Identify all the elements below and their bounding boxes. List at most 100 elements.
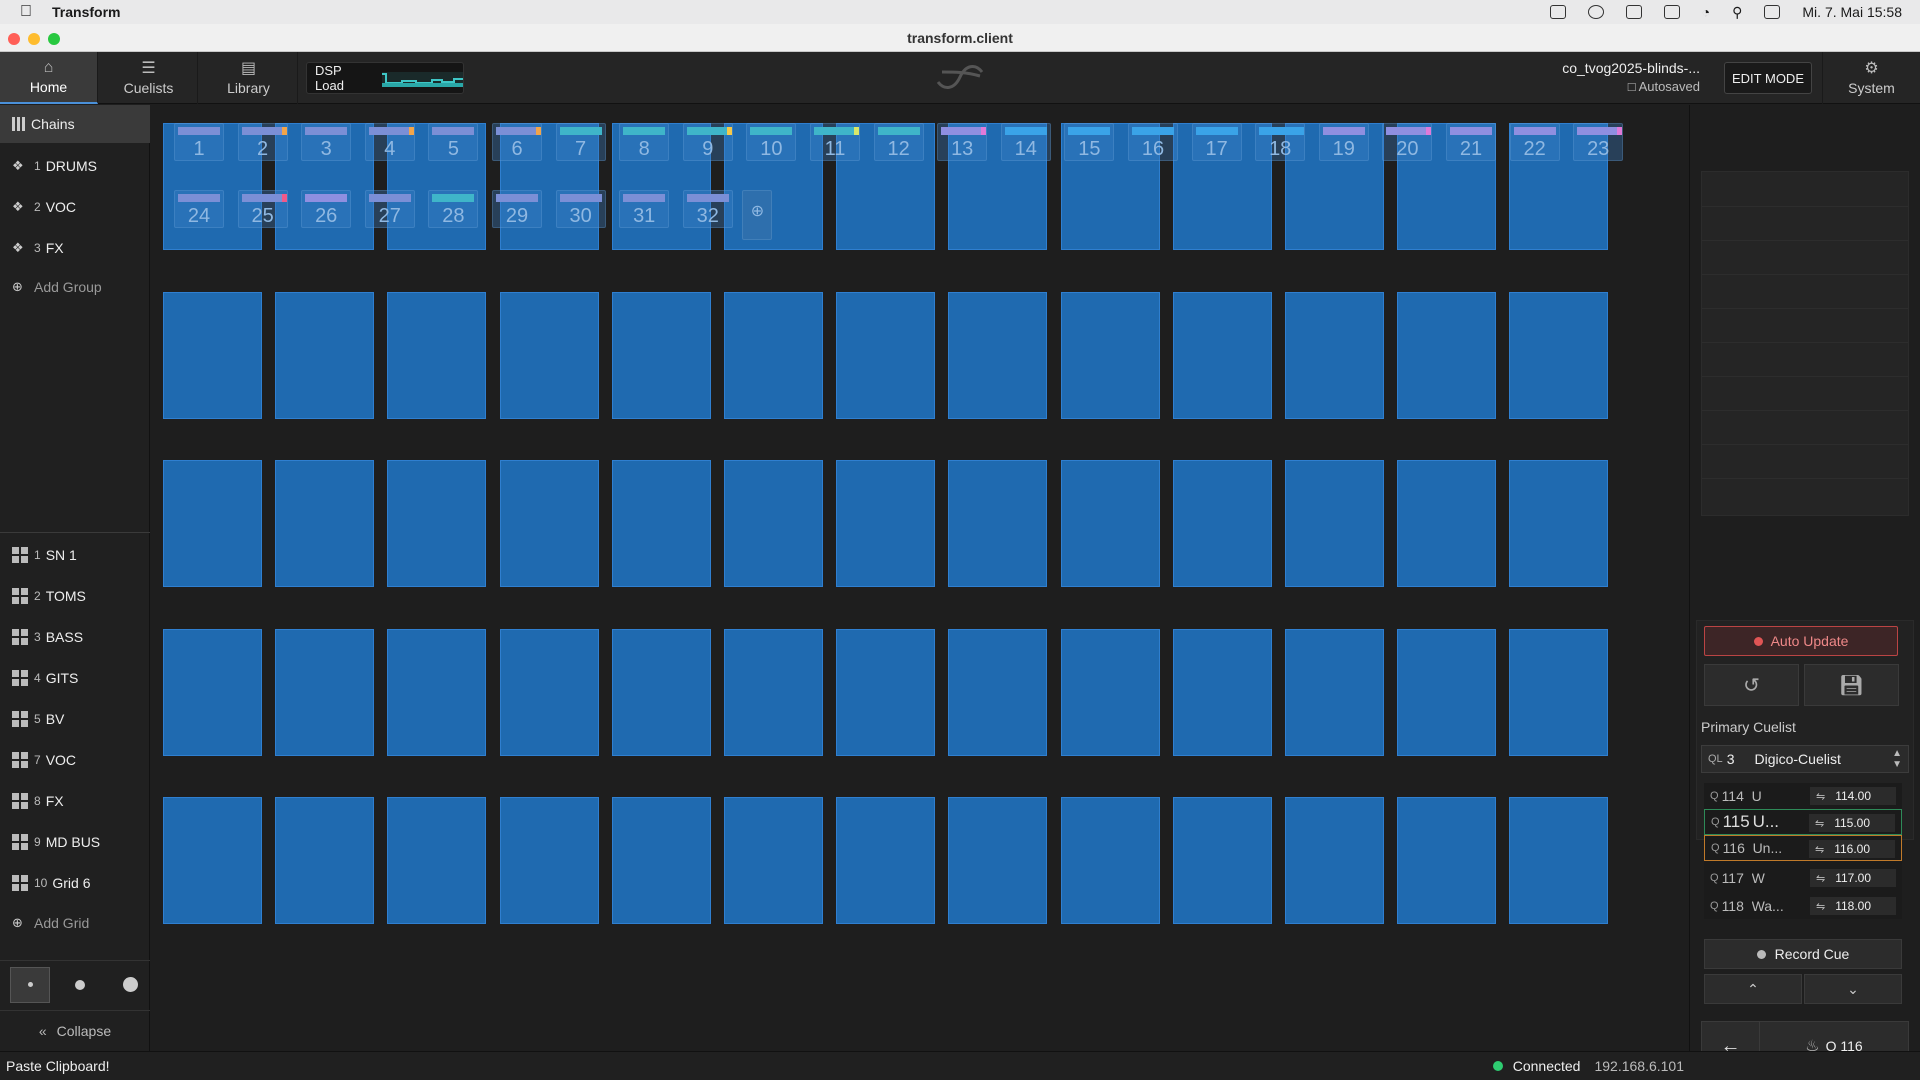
channel-chip-19[interactable]: 19: [1318, 123, 1369, 161]
app-menu-name[interactable]: Transform: [52, 4, 120, 20]
chain-tile[interactable]: [948, 291, 1048, 419]
sidebar-grid-grid6[interactable]: 10 Grid 6: [0, 864, 150, 902]
record-cue-button[interactable]: Record Cue: [1704, 939, 1902, 969]
channel-chip-28[interactable]: 28: [428, 190, 479, 228]
channel-chip-29[interactable]: 29: [492, 190, 542, 228]
zoom-window-button[interactable]: [48, 33, 60, 45]
edit-mode-button[interactable]: EDIT MODE: [1724, 62, 1812, 94]
chain-tile[interactable]: [1509, 797, 1609, 924]
chain-tile[interactable]: [836, 628, 936, 756]
channel-chip-20[interactable]: 20: [1382, 123, 1433, 161]
chain-tile[interactable]: [387, 628, 487, 756]
nav-system-button[interactable]: ⚙ System: [1822, 52, 1920, 104]
chain-tile[interactable]: [163, 797, 262, 924]
size-medium-button[interactable]: [60, 967, 100, 1003]
minimize-window-button[interactable]: [28, 33, 40, 45]
channel-chip-3[interactable]: 3: [301, 123, 352, 161]
cue-row[interactable]: Q 117 W ⇋ 117.00: [1704, 865, 1902, 891]
chain-tile[interactable]: [1509, 291, 1609, 419]
channel-chip-13[interactable]: 13: [937, 123, 988, 161]
cue-row[interactable]: Q 114 U ⇋ 114.00: [1704, 783, 1902, 809]
wifi-icon[interactable]: ◔: [1702, 4, 1710, 20]
chain-tile[interactable]: [1060, 628, 1160, 756]
auto-update-button[interactable]: Auto Update: [1704, 626, 1898, 656]
chain-tile[interactable]: [611, 291, 711, 419]
accessibility-icon[interactable]: [1587, 5, 1604, 19]
size-small-button[interactable]: [10, 966, 50, 1003]
channel-chip-6[interactable]: 6: [492, 123, 542, 161]
sidebar-grid-voc[interactable]: 7 VOC: [0, 741, 150, 779]
cue-value-field[interactable]: ⇋ 115.00: [1809, 814, 1895, 832]
chain-tile[interactable]: [1285, 291, 1384, 419]
cue-value-field[interactable]: ⇋ 116.00: [1809, 840, 1895, 858]
chain-tile[interactable]: [948, 460, 1048, 587]
add-group-button[interactable]: ⊕ Add Group: [0, 268, 150, 306]
chain-tile[interactable]: [1397, 460, 1497, 587]
sidebar-grid-fx[interactable]: 8 FX: [0, 782, 150, 820]
display-icon[interactable]: [1663, 5, 1680, 19]
spotlight-search-icon[interactable]: ⚲: [1732, 4, 1742, 21]
chain-tile[interactable]: [163, 628, 262, 756]
channel-chip-9[interactable]: 9: [682, 123, 733, 161]
channel-chip-22[interactable]: 22: [1509, 123, 1560, 161]
chain-tile[interactable]: [948, 628, 1048, 756]
chain-tile[interactable]: [724, 797, 823, 924]
chain-tile[interactable]: [724, 628, 823, 756]
chain-tile[interactable]: [387, 797, 487, 924]
channel-chip-18[interactable]: 18: [1255, 123, 1306, 161]
nav-cuelists-button[interactable]: ☰ Cuelists: [100, 52, 198, 104]
chain-tile[interactable]: [499, 291, 599, 419]
sidebar-grid-md-bus[interactable]: 9 MD BUS: [0, 823, 150, 861]
channel-chip-10[interactable]: 10: [746, 123, 797, 161]
sidebar-group-voc[interactable]: ❖ 2 VOC: [0, 188, 150, 226]
chain-tile[interactable]: [499, 797, 599, 924]
channel-chip-5[interactable]: 5: [428, 123, 479, 161]
channel-chip-26[interactable]: 26: [301, 190, 352, 228]
sidebar-group-fx[interactable]: ❖ 3 FX: [0, 229, 150, 267]
sidebar-grid-sn1[interactable]: 1 SN 1: [0, 536, 150, 574]
channel-chip-16[interactable]: 16: [1128, 123, 1178, 161]
channel-chip-30[interactable]: 30: [555, 190, 606, 228]
chain-tile[interactable]: [611, 460, 711, 587]
add-grid-button[interactable]: ⊕ Add Grid: [0, 904, 150, 942]
chain-tile[interactable]: [275, 628, 375, 756]
chain-tile[interactable]: [1509, 628, 1609, 756]
cue-down-button[interactable]: ⌄: [1804, 974, 1902, 1004]
save-button[interactable]: 💾︎: [1804, 664, 1899, 706]
cue-row-current[interactable]: Q 115 U... ⇋ 115.00: [1704, 809, 1902, 835]
sidebar-grid-gits[interactable]: 4 GITS: [0, 659, 150, 697]
channel-chip-31[interactable]: 31: [619, 190, 670, 228]
size-large-button[interactable]: [110, 967, 150, 1003]
chain-tile[interactable]: [163, 460, 262, 587]
chain-tile[interactable]: [499, 460, 599, 587]
chain-tile[interactable]: [1172, 797, 1272, 924]
channel-chip-1[interactable]: 1: [174, 123, 224, 161]
cue-value-field[interactable]: ⇋ 114.00: [1810, 787, 1896, 805]
chain-tile[interactable]: [1397, 797, 1497, 924]
nav-home-button[interactable]: ⌂ Home: [0, 52, 98, 104]
chain-tile[interactable]: [1060, 291, 1160, 419]
primary-cuelist-select[interactable]: QL 3 Digico-Cuelist ▲ ▼: [1701, 745, 1909, 773]
channel-chip-14[interactable]: 14: [1000, 123, 1051, 161]
chain-tile[interactable]: [611, 797, 711, 924]
channel-chip-24[interactable]: 24: [174, 190, 224, 228]
chain-tile[interactable]: [1397, 291, 1497, 419]
chain-tile[interactable]: [163, 291, 262, 419]
chain-tile[interactable]: [275, 797, 375, 924]
collapse-sidebar-button[interactable]: « Collapse: [0, 1010, 150, 1050]
channel-chip-4[interactable]: 4: [364, 123, 415, 161]
chain-tile[interactable]: [724, 291, 823, 419]
channel-chip-12[interactable]: 12: [873, 123, 924, 161]
cue-up-button[interactable]: ⌃: [1704, 974, 1802, 1004]
cue-value-field[interactable]: ⇋ 118.00: [1810, 897, 1896, 915]
channel-chip-17[interactable]: 17: [1191, 123, 1242, 161]
chain-tile[interactable]: [1060, 797, 1160, 924]
control-center-icon[interactable]: [1764, 5, 1781, 19]
nav-library-button[interactable]: ▤ Library: [200, 52, 298, 104]
sidebar-grid-bass[interactable]: 3 BASS: [0, 618, 150, 656]
sidebar-group-drums[interactable]: ❖ 1 DRUMS: [0, 147, 150, 185]
chain-tile[interactable]: [1285, 797, 1384, 924]
channel-chip-2[interactable]: 2: [237, 123, 288, 161]
chain-tile[interactable]: [499, 628, 599, 756]
sidebar-chains-header[interactable]: Chains: [0, 105, 150, 143]
